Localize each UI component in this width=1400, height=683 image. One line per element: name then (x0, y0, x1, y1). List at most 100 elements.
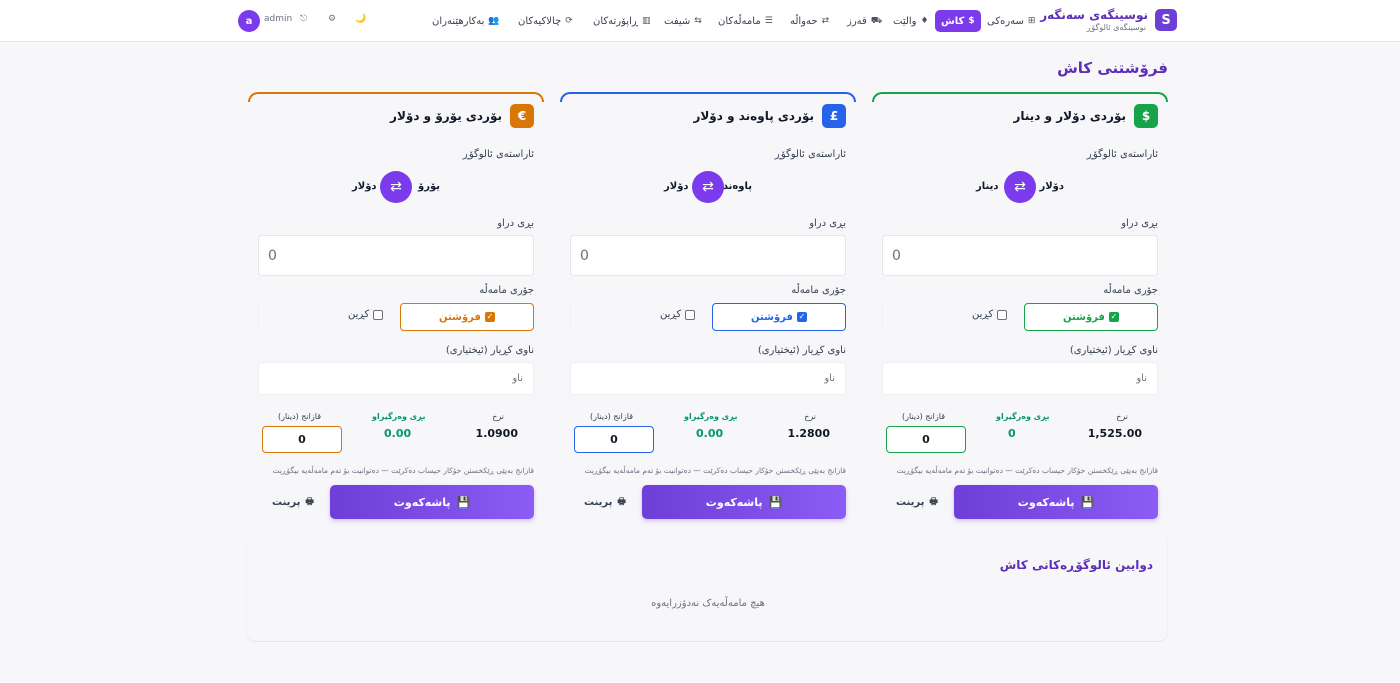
type-label: جۆری مامەڵە (479, 285, 534, 296)
profit-input[interactable] (262, 426, 342, 453)
buy-label: کڕین (660, 309, 682, 320)
customer-name-input[interactable] (570, 362, 846, 395)
rate-label: نرخ (1116, 412, 1128, 421)
nav-item-shift[interactable]: ⇆ شیفت (664, 10, 702, 32)
sell-option[interactable]: ✓ فرۆشتن (1024, 303, 1158, 331)
print-button[interactable]: 🖶 پرینت (584, 494, 626, 510)
card-accent-border (872, 92, 1168, 102)
nav-label: کاش (941, 15, 965, 27)
nav-label: چالاکیەکان (518, 15, 562, 27)
checkbox-icon[interactable] (685, 309, 696, 320)
converted-label: بڕی وەرگیراو (684, 412, 738, 421)
save-label: پاشەکەوت (393, 495, 451, 509)
users-icon: 👥 (488, 16, 500, 26)
sell-label: فرۆشتن (439, 311, 481, 323)
sell-option[interactable]: ✓ فرۆشتن (712, 303, 846, 331)
avatar[interactable]: a (238, 10, 260, 32)
nav-item-transfer[interactable]: ⇄ حەواڵە (790, 10, 829, 32)
save-label: پاشەکەوت (705, 495, 763, 509)
from-currency: پاوەند (722, 181, 752, 192)
buy-option[interactable]: کڕین (972, 309, 1008, 320)
to-currency: دۆلار (664, 181, 689, 192)
print-button[interactable]: 🖶 پرینت (896, 494, 938, 510)
nav-label: مامەڵەکان (718, 15, 761, 27)
customer-label: ناوی کڕیار (ئیختیاری) (757, 345, 846, 356)
swap-direction-button[interactable]: ⇄ (692, 171, 724, 203)
nav-item-debt[interactable]: ⛟ قەرز (847, 10, 882, 32)
recent-title: دوایین ئالوگۆڕەکانی کاش (999, 558, 1153, 572)
to-currency: دۆلار (352, 181, 377, 192)
card-accent-border (248, 92, 544, 102)
save-button[interactable]: 💾 پاشەکەوت (954, 485, 1158, 519)
customer-label: ناوی کڕیار (ئیختیاری) (1069, 345, 1158, 356)
converted-label: بڕی وەرگیراو (372, 412, 426, 421)
nav-item-activities[interactable]: ⟳ چالاکیەکان (518, 10, 573, 32)
checkbox-checked-icon[interactable]: ✓ (1108, 312, 1119, 322)
nav-item-users[interactable]: 👥 بەکارهێنەران (432, 10, 500, 32)
page-title: فرۆشتنی کاش (1057, 59, 1168, 77)
checkbox-checked-icon[interactable]: ✓ (796, 312, 807, 322)
brand-subtitle: نوسینگەی ئالوگۆڕ (1086, 23, 1146, 32)
amount-input[interactable] (882, 235, 1158, 276)
dollar-icon: $ (968, 16, 975, 26)
save-button[interactable]: 💾 پاشەکەوت (330, 485, 534, 519)
profit-label: قازانج (دینار) (590, 412, 634, 421)
profit-input[interactable] (574, 426, 654, 453)
printer-icon: 🖶 (617, 497, 626, 507)
logout-icon[interactable]: ⎋ (300, 14, 307, 24)
amount-label: بڕی دراو (1121, 218, 1158, 229)
swap-icon: ⇄ (390, 179, 402, 195)
rate-value: 1.2800 (787, 427, 830, 440)
print-button[interactable]: 🖶 پرینت (272, 494, 314, 510)
moon-icon[interactable]: 🌙 (355, 14, 366, 24)
type-label: جۆری مامەڵە (791, 285, 846, 296)
nav-item-dashboard[interactable]: ⊞ سەرەکی (987, 10, 1035, 32)
rate-value: 1.0900 (475, 427, 518, 440)
swap-direction-button[interactable]: ⇄ (1004, 171, 1036, 203)
sell-option[interactable]: ✓ فرۆشتن (400, 303, 534, 331)
save-button[interactable]: 💾 پاشەکەوت (642, 485, 846, 519)
profit-note: قازانج بەپێی ڕێکخستن خۆکار حیساب دەکرێت … (272, 466, 534, 475)
currency-icon: € (510, 104, 534, 128)
buy-option[interactable]: کڕین (348, 309, 384, 320)
nav-label: حەواڵە (790, 15, 818, 27)
swap-direction-button[interactable]: ⇄ (380, 171, 412, 203)
rate-value: 1,525.00 (1087, 427, 1142, 440)
nav-item-wallet[interactable]: ♦ والێت (893, 10, 929, 32)
nav-item-reports[interactable]: ▥ ڕاپۆرتەکان (593, 10, 650, 32)
customer-name-input[interactable] (258, 362, 534, 395)
printer-icon: 🖶 (305, 497, 314, 507)
top-nav: S نوسینگەی سەنگەر نوسینگەی ئالوگۆڕ ⊞ سەرە… (0, 0, 1400, 42)
profit-note: قازانج بەپێی ڕێکخستن خۆکار حیساب دەکرێت … (584, 466, 846, 475)
checkbox-icon[interactable] (997, 309, 1008, 320)
history-icon: ⟳ (565, 16, 573, 26)
card-accent-border (560, 92, 856, 102)
currency-icon: £ (822, 104, 846, 128)
checkbox-icon[interactable] (373, 309, 384, 320)
nav-item-cash[interactable]: $ کاش (935, 10, 981, 32)
nav-item-transactions[interactable]: ☰ مامەڵەکان (718, 10, 773, 32)
print-label: پرینت (896, 496, 925, 508)
brand-logo[interactable]: S (1155, 9, 1177, 31)
nav-label: قەرز (847, 15, 867, 27)
amount-input[interactable] (258, 235, 534, 276)
buy-option[interactable]: کڕین (660, 309, 696, 320)
amount-input[interactable] (570, 235, 846, 276)
shift-icon: ⇆ (694, 16, 702, 26)
profit-label: قازانج (دینار) (902, 412, 946, 421)
customer-name-input[interactable] (882, 362, 1158, 395)
amount-label: بڕی دراو (497, 218, 534, 229)
profit-input[interactable] (886, 426, 966, 453)
save-icon: 💾 (456, 495, 471, 509)
nav-label: شیفت (664, 15, 691, 27)
exchange-card-gbp-usd: £ بۆردی پاوەند و دۆلار ئاراستەی ئالوگۆڕ … (560, 92, 856, 528)
sell-label: فرۆشتن (751, 311, 793, 323)
divider (258, 303, 259, 331)
gear-icon[interactable]: ⚙ (328, 14, 336, 24)
swap-icon: ⇄ (1014, 179, 1026, 195)
swap-icon: ⇄ (702, 179, 714, 195)
checkbox-checked-icon[interactable]: ✓ (484, 312, 495, 322)
nav-label: والێت (893, 15, 917, 27)
brand-title[interactable]: نوسینگەی سەنگەر (1040, 8, 1148, 22)
nav-label: بەکارهێنەران (432, 15, 485, 27)
